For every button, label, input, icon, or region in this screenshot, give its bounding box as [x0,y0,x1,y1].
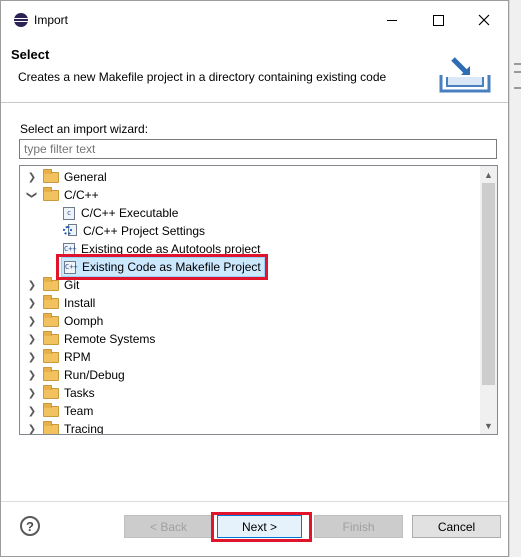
scroll-down-icon[interactable]: ▼ [480,417,497,434]
maximize-icon [432,14,444,26]
folder-icon [43,312,59,327]
background-mark [514,63,521,65]
settings-file-icon [63,224,77,238]
folder-icon [43,294,59,309]
folder-icon [43,420,59,434]
tree-item-cpp-executable[interactable]: c C/C++ Executable [63,204,178,222]
tree-item-label: Run/Debug [64,368,125,382]
chevron-right-icon[interactable]: ❯ [26,333,38,345]
eclipse-logo-icon [14,13,28,27]
tree-item-label: Tracing [64,422,104,435]
chevron-right-icon[interactable]: ❯ [26,387,38,399]
tree-item-rpm[interactable]: ❯ RPM [26,348,91,366]
tree-item-label: Remote Systems [64,332,156,346]
help-icon[interactable]: ? [20,516,40,536]
next-button-highlight-annotation [211,512,312,542]
c-file-icon: c [63,206,75,220]
wizard-header: Select Creates a new Makefile project in… [1,39,508,103]
tree-item-label: C/C++ Project Settings [83,224,206,238]
scrollbar-thumb[interactable] [482,183,495,385]
tree-item-tracing[interactable]: ❯ Tracing [26,420,104,435]
minimize-button[interactable] [369,1,415,39]
chevron-right-icon[interactable]: ❯ [26,297,38,309]
chevron-right-icon[interactable]: ❯ [26,405,38,417]
tree-item-oomph[interactable]: ❯ Oomph [26,312,103,330]
back-button[interactable]: < Back [124,515,213,538]
tree-item-run-debug[interactable]: ❯ Run/Debug [26,366,125,384]
folder-icon [43,366,59,381]
folder-icon [43,402,59,417]
title-bar: Import [1,1,508,39]
background-mark [514,87,521,89]
background-mark [514,71,521,73]
folder-icon [43,168,59,183]
tree-scrollbar[interactable]: ▲ ▼ [480,166,497,434]
tree-item-label: General [64,170,107,184]
folder-icon [43,384,59,399]
tree-item-label: Git [64,278,80,292]
tree-item-label: C/C++ Executable [81,206,179,220]
minimize-icon [387,19,397,21]
tree-item-general[interactable]: ❯ General [26,168,107,186]
footer-divider [1,501,508,502]
chevron-right-icon[interactable]: ❯ [26,423,38,435]
page-title: Select [11,47,50,62]
selection-highlight-annotation [56,254,268,280]
close-icon [478,14,490,26]
tree-item-remote-systems[interactable]: ❯ Remote Systems [26,330,155,348]
background-window-edge [509,0,521,557]
chevron-right-icon[interactable]: ❯ [26,369,38,381]
filter-input[interactable] [19,139,497,159]
tree-item-cpp-project-settings[interactable]: C/C++ Project Settings [63,222,205,240]
chevron-right-icon[interactable]: ❯ [26,315,38,327]
cancel-button[interactable]: Cancel [412,515,501,538]
tree-item-label: Oomph [64,314,104,328]
chevron-right-icon[interactable]: ❯ [26,351,38,363]
finish-button[interactable]: Finish [314,515,403,538]
import-wizard-label: Select an import wizard: [20,122,149,136]
chevron-right-icon[interactable]: ❯ [26,279,38,291]
folder-open-icon [43,186,59,201]
wizard-tree[interactable]: ❯ General ❯ C/C++ c C/C++ Executable C/C… [19,165,498,435]
tree-item-label: Team [64,404,94,418]
tree-item-label: Install [64,296,96,310]
tree-item-label: C/C++ [64,188,99,202]
folder-icon [43,276,59,291]
import-dialog: Import Select Creates a new Makefile pro… [0,0,509,557]
tree-item-label: RPM [64,350,91,364]
maximize-button[interactable] [415,1,461,39]
tree-item-cpp[interactable]: ❯ C/C++ [26,186,99,204]
close-button[interactable] [461,1,507,39]
tree-item-tasks[interactable]: ❯ Tasks [26,384,95,402]
window-title: Import [34,13,69,27]
page-description: Creates a new Makefile project in a dire… [18,70,387,84]
tree-item-install[interactable]: ❯ Install [26,294,95,312]
scroll-up-icon[interactable]: ▲ [480,166,497,183]
chevron-right-icon[interactable]: ❯ [26,171,38,183]
tree-item-label: Tasks [64,386,95,400]
tree-item-team[interactable]: ❯ Team [26,402,93,420]
folder-icon [43,348,59,363]
folder-icon [43,330,59,345]
import-wizard-banner-icon [439,57,491,93]
chevron-down-icon[interactable]: ❯ [26,189,38,201]
